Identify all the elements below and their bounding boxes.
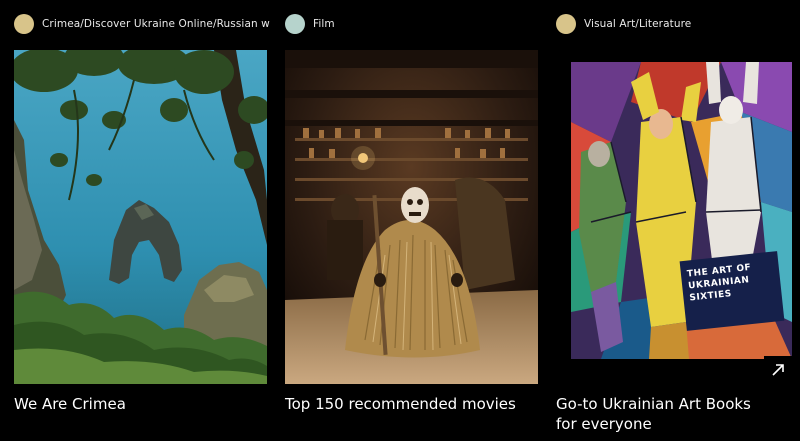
card-tag-label[interactable]: Crimea/Discover Ukraine Online/Russian w… <box>42 18 270 30</box>
card-image-book-cover[interactable]: THE ART OF UKRAINIAN SIXTIES <box>556 50 792 384</box>
card-tag-label[interactable]: Film <box>313 18 335 30</box>
book-title-label: THE ART OF UKRAINIAN SIXTIES <box>679 251 785 331</box>
open-article-button[interactable] <box>764 356 792 384</box>
article-card-we-are-crimea[interactable]: Crimea/Discover Ukraine Online/Russian w… <box>0 0 270 441</box>
card-title[interactable]: Go-to Ukrainian Art Books for everyone <box>556 394 776 434</box>
card-title[interactable]: Top 150 recommended movies <box>285 394 535 414</box>
tag-dot-icon <box>556 14 576 34</box>
card-tags: Film <box>285 14 535 34</box>
article-grid: Crimea/Discover Ukraine Online/Russian w… <box>0 0 800 441</box>
tag-dot-icon <box>285 14 305 34</box>
crimea-coast-image <box>14 50 267 384</box>
tag-dot-icon <box>14 14 34 34</box>
card-tags: Visual Art/Literature <box>556 14 796 34</box>
article-card-top-150-movies[interactable]: Film Top 150 recommended movies <box>271 0 541 441</box>
card-tag-label[interactable]: Visual Art/Literature <box>584 18 691 30</box>
arrow-up-right-icon <box>772 364 784 376</box>
film-still-image <box>285 50 538 384</box>
book-cover-art: THE ART OF UKRAINIAN SIXTIES <box>571 62 792 359</box>
card-tags: Crimea/Discover Ukraine Online/Russian w… <box>14 14 270 34</box>
card-image-crimea-coast[interactable] <box>14 50 267 384</box>
card-title[interactable]: We Are Crimea <box>14 394 264 414</box>
article-card-ukrainian-art-books[interactable]: Visual Art/Literature THE ART OF UKRAINI… <box>542 0 800 441</box>
card-image-film-still[interactable] <box>285 50 538 384</box>
